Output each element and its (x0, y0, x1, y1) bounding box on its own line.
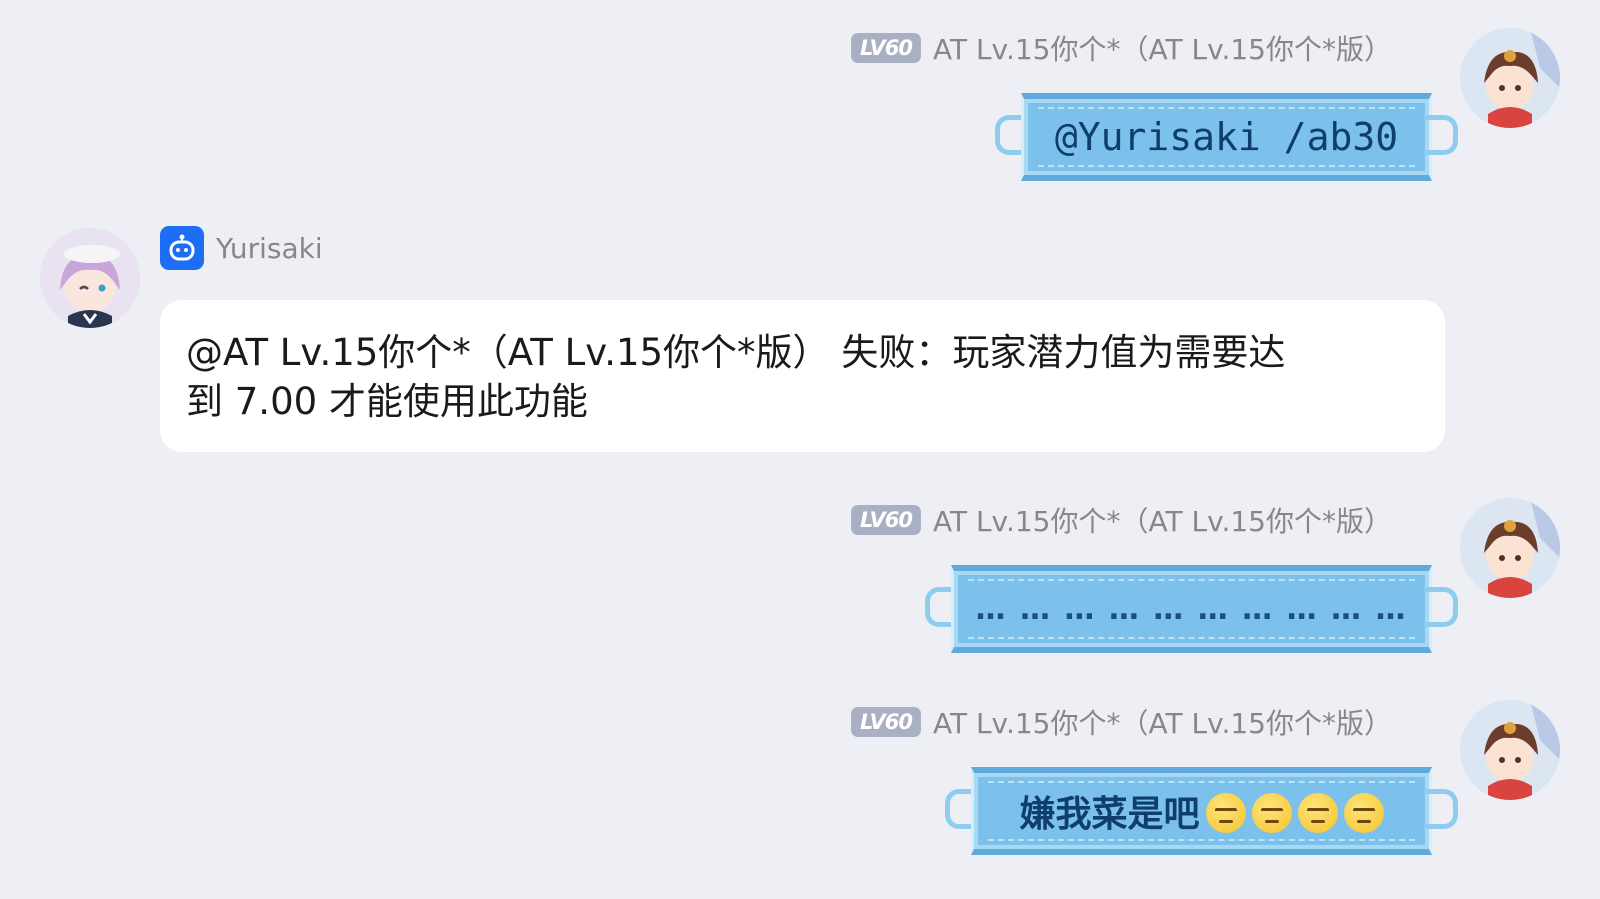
robot-icon (160, 226, 204, 270)
message-header: LV60 AT Lv.15你个*（AT Lv.15你个*版） (850, 500, 1392, 540)
message-text: … … … … … … … … … … (975, 591, 1408, 627)
sender-name[interactable]: AT Lv.15你个*（AT Lv.15你个*版） (933, 702, 1392, 742)
anime-girl-avatar-icon (1460, 498, 1560, 598)
anime-girl-avatar-icon (1460, 28, 1560, 128)
unamused-face-icon (1343, 793, 1384, 833)
message-bubble[interactable]: … … … … … … … … … … (925, 565, 1458, 653)
level-badge: LV60 (850, 505, 921, 535)
message-header: Yurisaki (160, 226, 323, 270)
message-header: LV60 AT Lv.15你个*（AT Lv.15你个*版） (850, 702, 1392, 742)
sender-name[interactable]: AT Lv.15你个*（AT Lv.15你个*版） (933, 28, 1392, 68)
user-avatar[interactable] (1460, 28, 1560, 128)
anime-girl-avatar-icon (40, 228, 140, 328)
unamused-face-icon (1297, 793, 1338, 833)
level-badge: LV60 (850, 707, 921, 737)
emoji-row (1200, 789, 1384, 833)
message-content: 嫌我菜是吧 (971, 767, 1432, 855)
chat-window: LV60 AT Lv.15你个*（AT Lv.15你个*版） @Yurisaki… (0, 0, 1600, 899)
message-text: @Yurisaki /ab30 (1054, 115, 1399, 159)
message-bubble[interactable]: 嫌我菜是吧 (945, 767, 1458, 855)
message-bubble[interactable]: @Yurisaki /ab30 (995, 93, 1458, 181)
unamused-face-icon (1205, 793, 1246, 833)
message-text: 嫌我菜是吧 (1019, 793, 1200, 835)
unamused-face-icon (1251, 793, 1292, 833)
message-text-line-2: 到 7.00 才能使用此功能 (186, 380, 588, 423)
level-badge: LV60 (850, 33, 921, 63)
message-bubble[interactable]: @AT Lv.15你个*（AT Lv.15你个*版） 失败：玩家潜力值为需要达 … (160, 300, 1445, 452)
user-avatar[interactable] (1460, 700, 1560, 800)
message-text-line-1: @AT Lv.15你个*（AT Lv.15你个*版） 失败：玩家潜力值为需要达 (186, 331, 1286, 374)
sender-name[interactable]: AT Lv.15你个*（AT Lv.15你个*版） (933, 500, 1392, 540)
user-avatar[interactable] (1460, 498, 1560, 598)
message-header: LV60 AT Lv.15你个*（AT Lv.15你个*版） (850, 28, 1392, 68)
sender-name[interactable]: Yurisaki (216, 232, 323, 265)
anime-girl-avatar-icon (1460, 700, 1560, 800)
bot-avatar[interactable] (40, 228, 140, 328)
